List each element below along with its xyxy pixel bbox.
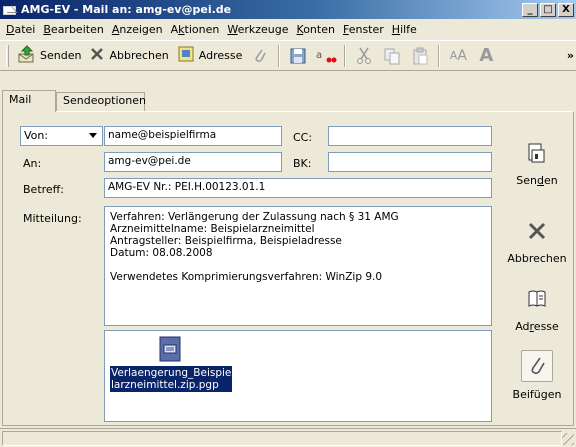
maximize-button[interactable]: □ bbox=[540, 2, 556, 17]
attachment-filename-line2: larzneimittel.zip.pgp bbox=[111, 379, 219, 391]
message-line: Verwendetes Komprimierungsverfahren: Win… bbox=[110, 271, 383, 283]
message-label: Mitteilung: bbox=[23, 212, 82, 225]
message-line: Verfahren: Verlängerung der Zulassung na… bbox=[110, 211, 399, 223]
menu-werkzeuge[interactable]: Werkzeuge bbox=[223, 23, 292, 36]
paste-icon[interactable] bbox=[409, 45, 431, 67]
menu-datei[interactable]: Datei bbox=[2, 23, 39, 36]
attachment-item[interactable]: Verlaengerung_Beispie larzneimittel.zip.p… bbox=[110, 336, 233, 392]
toolbar-separator bbox=[344, 44, 347, 67]
toolbar-grip[interactable] bbox=[6, 44, 9, 67]
font-small-glyph: A bbox=[449, 49, 458, 62]
toolbar-overflow-chevron[interactable]: » bbox=[567, 49, 574, 62]
tab-mail[interactable]: Mail bbox=[2, 90, 56, 112]
archive-file-icon bbox=[159, 336, 181, 362]
menu-konten[interactable]: Konten bbox=[293, 23, 339, 36]
attach-button[interactable]: Beifügen bbox=[506, 350, 568, 401]
menu-hilfe[interactable]: Hilfe bbox=[388, 23, 421, 36]
message-textarea[interactable]: Verfahren: Verlängerung der Zulassung na… bbox=[104, 206, 492, 326]
from-combobox[interactable]: Von: bbox=[20, 126, 103, 146]
mail-window: AMG-EV - Mail an: amg-ev@pei.de _ □ X Da… bbox=[0, 0, 576, 447]
mail-app-icon bbox=[3, 4, 17, 16]
menu-bearbeiten[interactable]: Bearbeiten bbox=[39, 23, 107, 36]
toolbar-separator bbox=[438, 44, 441, 67]
send-toolbar-button[interactable]: Senden bbox=[14, 44, 85, 68]
close-button[interactable]: X bbox=[558, 2, 574, 17]
status-pane bbox=[2, 431, 562, 446]
to-label: An: bbox=[23, 157, 42, 170]
tab-sendeoptionen[interactable]: Sendeoptionen bbox=[56, 92, 146, 111]
tab-strip: Mail Sendeoptionen bbox=[0, 90, 576, 112]
font-large-glyph: A bbox=[479, 45, 494, 66]
save-icon[interactable] bbox=[287, 45, 309, 67]
font-size-large-icon[interactable]: A bbox=[475, 45, 497, 67]
address-toolbar-label: Adresse bbox=[198, 49, 243, 62]
minimize-button[interactable]: _ bbox=[522, 2, 538, 17]
subject-label: Betreff: bbox=[23, 183, 64, 196]
message-line bbox=[110, 259, 486, 271]
address-button-label: Adresse bbox=[515, 320, 559, 333]
send-icon bbox=[18, 45, 36, 66]
title-bar[interactable]: AMG-EV - Mail an: amg-ev@pei.de _ □ X bbox=[0, 0, 576, 19]
bcc-field[interactable] bbox=[328, 152, 492, 172]
close-icon bbox=[521, 216, 553, 246]
from-field[interactable]: name@beispielfirma bbox=[104, 126, 282, 146]
cut-icon[interactable] bbox=[353, 45, 375, 67]
menu-aktionen[interactable]: Aktionen bbox=[167, 23, 224, 36]
paperclip-icon bbox=[521, 350, 553, 382]
font-size-small-icon[interactable]: AA bbox=[447, 45, 469, 67]
message-line: Datum: 08.08.2008 bbox=[110, 247, 213, 259]
address-toolbar-button[interactable]: Adresse bbox=[173, 44, 247, 68]
menu-anzeigen[interactable]: Anzeigen bbox=[108, 23, 167, 36]
attach-button-label: Beifügen bbox=[512, 388, 562, 401]
message-line: Antragsteller: Beispielfirma, Beispielad… bbox=[110, 235, 342, 247]
toolbar: Senden Abbrechen Adresse a A A A » bbox=[0, 40, 576, 71]
bcc-label: BK: bbox=[293, 157, 312, 170]
mail-panel: Von: name@beispielfirma CC: An: amg-ev@p… bbox=[2, 111, 574, 426]
window-title: AMG-EV - Mail an: amg-ev@pei.de bbox=[21, 3, 232, 16]
attachment-list[interactable]: Verlaengerung_Beispie larzneimittel.zip.p… bbox=[104, 330, 492, 422]
send-button[interactable]: Senden bbox=[506, 138, 568, 187]
status-bar bbox=[0, 428, 576, 447]
send-toolbar-label: Senden bbox=[40, 49, 82, 62]
cancel-button-label: Abbrechen bbox=[507, 252, 567, 265]
cancel-toolbar-label: Abbrechen bbox=[109, 49, 169, 62]
send-button-label: Senden bbox=[516, 174, 558, 187]
menu-bar: Datei Bearbeiten Anzeigen Aktionen Werkzeuge… bbox=[0, 19, 576, 39]
attachment-filename-line1: Verlaengerung_Beispie bbox=[111, 367, 232, 379]
cancel-button[interactable]: Abbrechen bbox=[506, 216, 568, 265]
resize-grip-icon[interactable] bbox=[562, 433, 574, 445]
toolbar-separator bbox=[278, 44, 281, 67]
attachment-filename: Verlaengerung_Beispie larzneimittel.zip.p… bbox=[110, 366, 233, 392]
svg-text:a: a bbox=[316, 50, 322, 61]
cancel-toolbar-button[interactable]: Abbrechen bbox=[85, 44, 172, 68]
address-button[interactable]: Adresse bbox=[506, 284, 568, 333]
from-label: Von: bbox=[24, 129, 49, 142]
to-field[interactable]: amg-ev@pei.de bbox=[104, 152, 282, 172]
paperclip-icon[interactable] bbox=[249, 45, 271, 67]
font-small-glyph-large: A bbox=[457, 47, 467, 64]
cancel-icon bbox=[89, 46, 105, 65]
copy-icon[interactable] bbox=[381, 45, 403, 67]
chevron-down-icon bbox=[89, 133, 97, 138]
address-book-icon bbox=[521, 284, 553, 314]
send-icon bbox=[521, 138, 553, 168]
message-line: Arzneimittelname: Beispielarzneimittel bbox=[110, 223, 315, 235]
cc-field[interactable] bbox=[328, 126, 492, 146]
spellcheck-icon[interactable]: a bbox=[315, 45, 337, 67]
cc-label: CC: bbox=[293, 131, 313, 144]
subject-field[interactable]: AMG-EV Nr.: PEI.H.00123.01.1 bbox=[104, 178, 492, 198]
menu-fenster[interactable]: Fenster bbox=[339, 23, 388, 36]
address-book-icon bbox=[177, 45, 195, 66]
